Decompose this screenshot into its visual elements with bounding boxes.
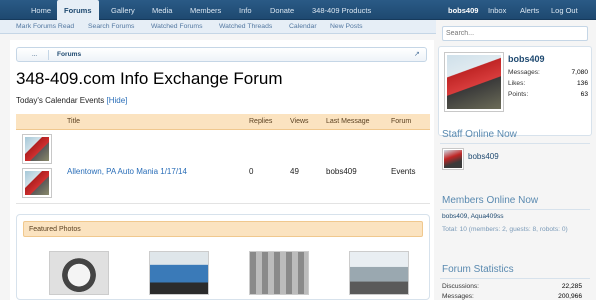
stat-label: Discussions: xyxy=(442,283,480,290)
event-forum[interactable]: Events xyxy=(391,167,415,176)
featured-photo[interactable] xyxy=(149,251,209,295)
event-thumbnail[interactable] xyxy=(22,168,52,198)
sidebar: bobs409 Messages: 7,080 Likes: 136 Point… xyxy=(436,20,596,300)
stat-label: Messages: xyxy=(508,69,540,76)
divider xyxy=(440,278,590,279)
col-replies: Replies xyxy=(249,118,273,125)
subnav-search-forums[interactable]: Search Forums xyxy=(88,20,134,34)
search-input[interactable] xyxy=(442,26,588,41)
featured-photo[interactable] xyxy=(249,251,309,295)
col-forum: Forum xyxy=(391,118,412,125)
calendar-events-label: Today's Calendar Events xyxy=(16,96,105,105)
featured-photos-box: Featured Photos xyxy=(16,214,430,300)
col-last-message: Last Message xyxy=(326,118,370,125)
breadcrumb-current[interactable]: Forums xyxy=(57,48,81,62)
nav-info[interactable]: Info xyxy=(232,0,259,20)
avatar[interactable] xyxy=(442,148,464,170)
stat-likes: Likes: 136 xyxy=(508,80,588,87)
nav-logout[interactable]: Log Out xyxy=(544,0,585,20)
nav-forums[interactable]: Forums xyxy=(57,0,99,20)
event-title-link[interactable]: Allentown, PA Auto Mania 1/17/14 xyxy=(67,167,187,176)
stat-value: 136 xyxy=(576,80,588,87)
event-replies: 0 xyxy=(249,167,254,176)
forum-statistics-heading: Forum Statistics xyxy=(442,264,514,275)
stat-messages-total: Messages: 200,966 xyxy=(442,293,582,300)
event-last-message[interactable]: bobs409 xyxy=(326,167,357,176)
jump-to-icon[interactable]: ↗ xyxy=(414,51,422,59)
staff-member-link[interactable]: bobs409 xyxy=(468,152,499,161)
members-online-list[interactable]: bobs409, Aqua409ss xyxy=(442,213,504,220)
divider xyxy=(440,209,590,210)
nav-donate[interactable]: Donate xyxy=(263,0,301,20)
top-navigation-bar: Home Forums Gallery Media Members Info D… xyxy=(0,0,596,20)
stat-value: 22,285 xyxy=(561,283,582,290)
subnav-new-posts[interactable]: New Posts xyxy=(330,20,362,34)
stat-discussions: Discussions: 22,285 xyxy=(442,283,582,290)
events-table: Title Replies Views Last Message Forum xyxy=(16,114,430,204)
avatar[interactable] xyxy=(444,52,504,112)
profile-card: bobs409 Messages: 7,080 Likes: 136 Point… xyxy=(438,46,592,136)
divider xyxy=(440,143,590,144)
events-table-header: Title Replies Views Last Message Forum xyxy=(16,114,430,130)
staff-online-heading: Staff Online Now xyxy=(442,129,517,140)
event-thumbnail[interactable] xyxy=(22,134,52,164)
stat-label: Likes: xyxy=(508,80,526,87)
featured-photo[interactable] xyxy=(349,251,409,295)
nav-inbox[interactable]: Inbox xyxy=(481,0,513,20)
subnav-mark-read[interactable]: Mark Forums Read xyxy=(16,20,74,34)
featured-photo[interactable] xyxy=(49,251,109,295)
online-total: Total: 10 (members: 2, guests: 8, robots… xyxy=(442,226,568,233)
breadcrumb: ... Forums ↗ xyxy=(16,47,427,62)
page-title: 348-409.com Info Exchange Forum xyxy=(16,69,283,88)
subnav-calendar[interactable]: Calendar xyxy=(289,20,317,34)
hide-events-link[interactable]: [Hide] xyxy=(106,96,127,105)
event-views: 49 xyxy=(290,167,299,176)
nav-home[interactable]: Home xyxy=(24,0,58,20)
nav-products[interactable]: 348-409 Products xyxy=(305,0,378,20)
stat-points: Points: 63 xyxy=(508,91,588,98)
stat-value: 63 xyxy=(580,91,588,98)
stat-label: Messages: xyxy=(442,293,474,300)
nav-media[interactable]: Media xyxy=(145,0,179,20)
subnav-watched-threads[interactable]: Watched Threads xyxy=(219,20,272,34)
profile-username[interactable]: bobs409 xyxy=(508,54,545,64)
nav-members[interactable]: Members xyxy=(183,0,228,20)
subnav-watched-forums[interactable]: Watched Forums xyxy=(151,20,203,34)
col-views: Views xyxy=(290,118,309,125)
nav-gallery[interactable]: Gallery xyxy=(104,0,142,20)
stat-label: Points: xyxy=(508,91,529,98)
calendar-events-line: Today's Calendar Events [Hide] xyxy=(16,96,127,105)
stat-value: 200,966 xyxy=(558,293,582,300)
stat-messages: Messages: 7,080 xyxy=(508,69,588,76)
nav-username[interactable]: bobs409 xyxy=(441,0,485,20)
col-title: Title xyxy=(67,118,80,125)
breadcrumb-home[interactable]: ... xyxy=(21,50,49,60)
members-online-heading: Members Online Now xyxy=(442,195,539,206)
nav-alerts[interactable]: Alerts xyxy=(513,0,546,20)
stat-value: 7,080 xyxy=(571,69,588,76)
main-content: ... Forums ↗ 348-409.com Info Exchange F… xyxy=(10,40,434,300)
featured-photos-heading: Featured Photos xyxy=(23,221,423,237)
